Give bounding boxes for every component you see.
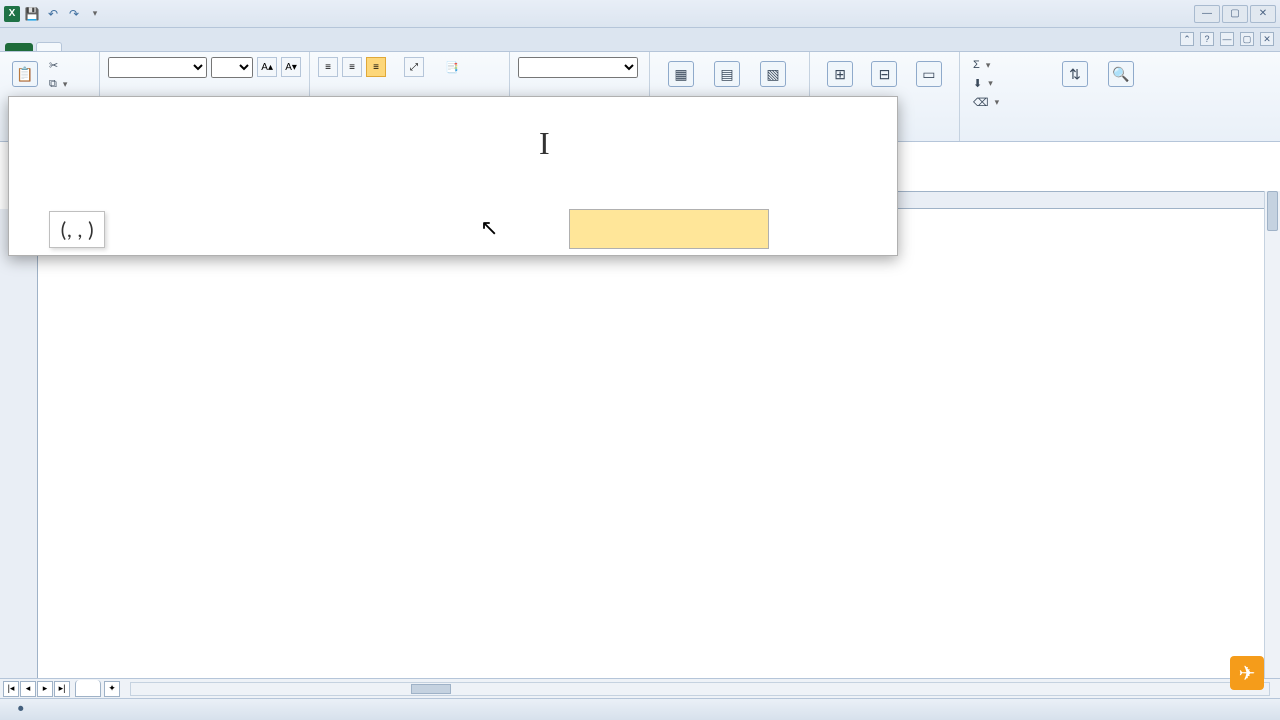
new-sheet-icon[interactable]: ✦	[104, 681, 120, 697]
text-cursor-icon: I	[539, 125, 550, 162]
font-name-select[interactable]	[108, 57, 207, 78]
font-size-select[interactable]	[211, 57, 253, 78]
qat-dropdown-icon[interactable]: ▾	[86, 5, 104, 23]
excel-icon: X	[4, 6, 20, 22]
horizontal-scrollbar[interactable]	[130, 682, 1270, 696]
wb-close-icon[interactable]: ✕	[1260, 32, 1274, 46]
undo-icon[interactable]: ↶	[44, 5, 62, 23]
sheet-tab-1[interactable]	[75, 680, 101, 697]
sort-icon: ⇅	[1062, 61, 1088, 87]
column-f-highlight	[569, 209, 769, 249]
cut-button[interactable]: ✂	[44, 56, 72, 75]
file-tab[interactable]	[5, 43, 33, 51]
ribbon-minimize-icon[interactable]: ⌃	[1180, 32, 1194, 46]
cell-styles-icon: ▧	[760, 61, 786, 87]
decrease-font-icon[interactable]: A▾	[281, 57, 301, 77]
sheet-nav-next-icon[interactable]: ▸	[37, 681, 53, 697]
delete-cells-icon: ⊟	[871, 61, 897, 87]
mouse-cursor-icon: ↖	[480, 215, 498, 241]
align-middle-icon[interactable]: ≡	[342, 57, 362, 77]
eraser-icon: ⌫	[973, 96, 989, 109]
help-icon[interactable]: ?	[1200, 32, 1214, 46]
find-select-button[interactable]: 🔍	[1098, 56, 1144, 122]
status-bar: ⏺	[0, 698, 1280, 720]
clear-button[interactable]: ⌫▾	[968, 93, 1052, 112]
titlebar: X 💾 ↶ ↷ ▾ — ▢ ✕	[0, 0, 1280, 28]
autosum-button[interactable]: Σ▾	[968, 56, 1052, 74]
tab-data[interactable]	[134, 43, 158, 51]
tab-home[interactable]	[36, 42, 62, 51]
macro-record-icon[interactable]: ⏺	[18, 703, 24, 716]
paste-icon: 📋	[12, 61, 38, 87]
scrollbar-thumb[interactable]	[1267, 191, 1278, 231]
wrap-text-icon: 📑	[445, 61, 459, 74]
orientation-icon[interactable]: ⤢	[404, 57, 424, 77]
sheet-tab-bar: |◂ ◂ ▸ ▸| ✦	[0, 678, 1280, 698]
sheet-nav-prev-icon[interactable]: ◂	[20, 681, 36, 697]
sheet-nav-last-icon[interactable]: ▸|	[54, 681, 70, 697]
table-icon: ▤	[714, 61, 740, 87]
sort-filter-button[interactable]: ⇅	[1052, 56, 1098, 122]
wb-restore-icon[interactable]: ▢	[1240, 32, 1254, 46]
vertical-scrollbar[interactable]	[1264, 191, 1280, 698]
tab-formulas[interactable]	[110, 43, 134, 51]
align-top-icon[interactable]: ≡	[318, 57, 338, 77]
cells-region[interactable]	[38, 209, 1264, 698]
formula-bar-expanded[interactable]: I (, , )	[8, 96, 898, 256]
tab-page-layout[interactable]	[86, 43, 110, 51]
minimize-button[interactable]: —	[1194, 5, 1220, 23]
number-format-select[interactable]	[518, 57, 638, 78]
insert-cells-icon: ⊞	[827, 61, 853, 87]
tab-insert[interactable]	[62, 43, 86, 51]
copy-button[interactable]: ⧉▾	[44, 75, 72, 94]
quick-access-toolbar: X 💾 ↶ ↷ ▾	[4, 5, 104, 23]
function-tooltip: (, , )	[49, 211, 105, 248]
sheet-nav-first-icon[interactable]: |◂	[3, 681, 19, 697]
wb-minimize-icon[interactable]: —	[1220, 32, 1234, 46]
fill-button[interactable]: ⬇▾	[968, 74, 1052, 93]
copy-icon: ⧉	[49, 78, 57, 91]
hscroll-thumb[interactable]	[411, 684, 451, 694]
tab-review[interactable]	[158, 43, 182, 51]
logo-plane-icon: ✈	[1230, 656, 1264, 690]
redo-icon[interactable]: ↷	[65, 5, 83, 23]
tab-view[interactable]	[182, 43, 206, 51]
fill-icon: ⬇	[973, 77, 982, 90]
restore-button[interactable]: ▢	[1222, 5, 1248, 23]
align-bottom-icon[interactable]: ≡	[366, 57, 386, 77]
format-cells-icon: ▭	[916, 61, 942, 87]
close-button[interactable]: ✕	[1250, 5, 1276, 23]
ribbon-tabs: ⌃ ? — ▢ ✕	[0, 28, 1280, 52]
wrap-text-button[interactable]: 📑	[440, 58, 467, 77]
sigma-icon: Σ	[973, 59, 980, 71]
exceljet-logo: ✈	[1224, 656, 1264, 690]
scissors-icon: ✂	[49, 59, 58, 72]
find-icon: 🔍	[1108, 61, 1134, 87]
format-cells-button[interactable]: ▭	[907, 56, 951, 122]
save-icon[interactable]: 💾	[23, 5, 41, 23]
conditional-formatting-icon: ▦	[668, 61, 694, 87]
row-headers[interactable]	[0, 209, 38, 698]
increase-font-icon[interactable]: A▴	[257, 57, 277, 77]
